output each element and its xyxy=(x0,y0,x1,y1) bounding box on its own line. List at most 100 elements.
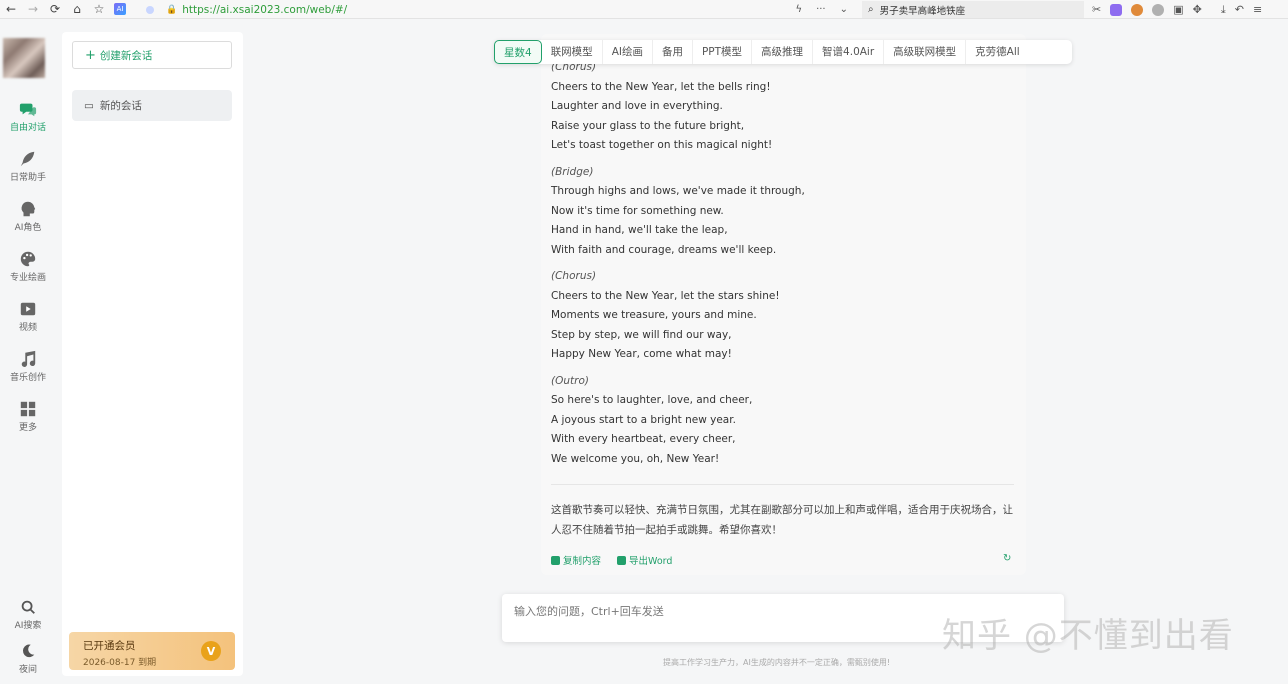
home-icon[interactable]: ⌂ xyxy=(66,0,88,19)
rail-label: AI角色 xyxy=(14,223,42,233)
forward-icon[interactable]: → xyxy=(22,0,44,19)
search-text: 男子卖早高峰地铁座 xyxy=(879,5,966,17)
palette-icon xyxy=(20,251,36,267)
scissors-icon[interactable]: ✂ xyxy=(1092,3,1101,16)
model-tab[interactable]: 备用 xyxy=(653,40,693,64)
model-tab[interactable]: 高级推理 xyxy=(752,40,814,64)
lyric-section-label: (Bridge) xyxy=(551,165,594,178)
rail-item-daily-assistant[interactable]: 日常助手 xyxy=(0,150,56,183)
extension-fox-icon[interactable] xyxy=(1131,3,1144,16)
lock-icon: 🔒 xyxy=(166,4,178,15)
puzzle-icon[interactable]: ✥ xyxy=(1193,3,1202,16)
chevron-down-icon[interactable]: ⌄ xyxy=(840,4,848,15)
model-tab[interactable]: 联网模型 xyxy=(542,40,603,64)
rail-label: AI搜索 xyxy=(14,621,42,631)
regenerate-icon[interactable]: ↻ xyxy=(1003,553,1011,564)
url-text[interactable]: https://ai.xsai2023.com/web/#/ xyxy=(182,4,347,16)
export-label: 导出Word xyxy=(629,556,673,567)
copy-content-button[interactable]: 复制内容 xyxy=(551,553,601,567)
message-actions: 复制内容 导出Word xyxy=(551,553,672,567)
lyric-line: We welcome you, oh, New Year! xyxy=(551,452,720,465)
rail-item-ai-role[interactable]: AI角色 xyxy=(0,200,56,233)
lyric-line: Raise your glass to the future bright, xyxy=(551,119,745,132)
browser-toolbar: ← → ⟳ ⌂ ☆ AI 🔒 https://ai.xsai2023.com/w… xyxy=(0,0,1288,19)
model-tab[interactable]: 星数4 xyxy=(494,40,542,64)
rail-item-night-mode[interactable]: 夜间 xyxy=(0,642,56,675)
plus-icon: + xyxy=(85,47,96,63)
rail-label: 夜间 xyxy=(18,665,37,675)
lyric-line: With every heartbeat, every cheer, xyxy=(551,433,736,445)
copy-icon xyxy=(551,556,560,565)
rail-item-painting[interactable]: 专业绘画 xyxy=(0,250,56,283)
bookmark-star-icon[interactable]: ☆ xyxy=(88,0,110,19)
lyric-line: With faith and courage, dreams we'll kee… xyxy=(551,243,777,256)
extension-icons: ✂ ▣ ✥ ⤓ ↶ ≡ xyxy=(1092,1,1262,18)
export-word-button[interactable]: 导出Word xyxy=(617,553,672,567)
model-tabs: 星数4 联网模型 AI绘画 备用 PPT模型 高级推理 智谱4.0Air 高级联网模型 克劳德A… xyxy=(494,40,1072,64)
icon-rail: 自由对话 日常助手 AI角色 专业绘画 视频 音乐创作 更多 AI搜索 夜间 xyxy=(0,20,56,684)
undo-icon[interactable]: ↶ xyxy=(1235,3,1244,16)
rail-label: 视频 xyxy=(18,323,37,333)
music-icon xyxy=(21,350,36,367)
copy-label: 复制内容 xyxy=(563,556,602,567)
lyric-line: Through highs and lows, we've made it th… xyxy=(551,185,805,197)
extension-gray-icon[interactable] xyxy=(1152,3,1165,16)
moon-icon xyxy=(22,644,35,658)
message-summary: 这首歌节奏可以轻快、充满节日氛围，尤其在副歌部分可以加上和声或伴唱，适合用于庆祝… xyxy=(551,504,1013,536)
footer-disclaimer: 提高工作学习生产力，AI生成的内容并不一定正确，需甄别使用! xyxy=(663,658,891,667)
assistant-message-card: (Chorus) Cheers to the New Year, let the … xyxy=(541,34,1026,575)
window-icon[interactable]: ▣ xyxy=(1173,3,1183,16)
rail-label: 音乐创作 xyxy=(9,373,46,383)
conversation-sidebar: + 创建新会话 ▭ 新的会话 已开通会员 2026-08-17 到期 V xyxy=(62,32,243,676)
address-bar[interactable]: 🔒 https://ai.xsai2023.com/web/#/ ϟ ··· ⌄ xyxy=(136,1,860,18)
more-icon[interactable]: ··· xyxy=(816,4,826,15)
rail-item-video[interactable]: 视频 xyxy=(0,300,56,333)
rail-item-music[interactable]: 音乐创作 xyxy=(0,350,56,383)
watermark: 知乎 @不懂到出看 xyxy=(942,616,1234,656)
input-placeholder: 输入您的问题，Ctrl+回车发送 xyxy=(514,605,664,618)
lyric-section-label: (Chorus) xyxy=(551,270,597,282)
create-new-chat-button[interactable]: + 创建新会话 xyxy=(72,41,232,69)
membership-card[interactable]: 已开通会员 2026-08-17 到期 V xyxy=(69,632,235,670)
download-icon[interactable]: ⤓ xyxy=(1221,3,1226,17)
model-tab[interactable]: 高级联网模型 xyxy=(884,40,967,64)
model-tab[interactable]: 克劳德All xyxy=(966,40,1029,64)
rail-label: 日常助手 xyxy=(9,173,46,183)
model-tab[interactable]: AI绘画 xyxy=(603,40,653,64)
rail-label: 更多 xyxy=(18,423,37,433)
search-icon: ⌕ xyxy=(868,4,874,15)
rail-item-more[interactable]: 更多 xyxy=(0,400,56,433)
model-tab[interactable]: PPT模型 xyxy=(693,40,753,64)
lyric-line: Cheers to the New Year, let the stars sh… xyxy=(551,289,780,302)
lightning-icon[interactable]: ϟ xyxy=(795,4,802,15)
rail-item-free-chat[interactable]: 自由对话 xyxy=(0,100,56,133)
menu-icon[interactable]: ≡ xyxy=(1253,3,1262,16)
conversation-item[interactable]: ▭ 新的会话 xyxy=(72,90,232,121)
browser-search-box[interactable]: ⌕ 男子卖早高峰地铁座 xyxy=(862,1,1084,18)
lyric-section-label: (Outro) xyxy=(551,374,589,387)
search-icon xyxy=(21,600,35,614)
chat-icon xyxy=(19,103,37,117)
word-icon xyxy=(617,556,627,565)
feather-icon xyxy=(20,151,35,167)
lyric-line: Laughter and love in everything. xyxy=(551,100,723,112)
grid-icon xyxy=(20,401,36,417)
extension-purple-icon[interactable] xyxy=(1110,3,1123,16)
site-info-icon[interactable] xyxy=(146,5,154,14)
ai-extension-icon[interactable]: AI xyxy=(114,3,126,15)
lyric-line: Cheers to the New Year, let the bells ri… xyxy=(551,80,771,93)
lyric-line: Step by step, we will find our way, xyxy=(551,328,732,341)
model-tab[interactable]: 智谱4.0Air xyxy=(813,40,885,64)
rail-label: 专业绘画 xyxy=(9,273,46,283)
divider xyxy=(551,484,1014,485)
avatar-head-icon xyxy=(21,201,36,217)
lyric-line: Now it's time for something new. xyxy=(551,204,724,217)
video-icon xyxy=(20,302,36,316)
avatar[interactable] xyxy=(3,38,45,78)
lyric-line: Hand in hand, we'll take the leap, xyxy=(551,224,728,236)
back-icon[interactable]: ← xyxy=(0,0,22,19)
lyric-line: So here's to laughter, love, and cheer, xyxy=(551,394,753,406)
lyric-line: Happy New Year, come what may! xyxy=(551,348,732,360)
reload-icon[interactable]: ⟳ xyxy=(44,0,66,19)
rail-item-ai-search[interactable]: AI搜索 xyxy=(0,598,56,631)
